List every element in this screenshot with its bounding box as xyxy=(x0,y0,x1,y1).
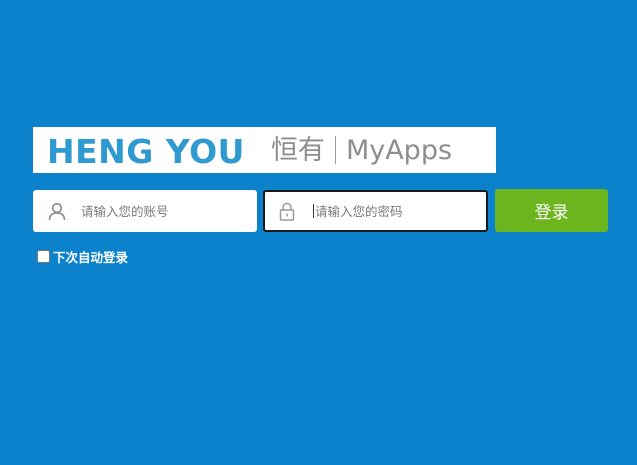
logo-banner: HENG YOU 恒有 MyApps xyxy=(33,127,496,173)
password-field[interactable] xyxy=(263,190,488,232)
brand-divider xyxy=(334,136,336,164)
username-input[interactable] xyxy=(81,203,231,219)
lock-icon xyxy=(277,201,297,221)
username-field[interactable] xyxy=(33,190,257,232)
user-icon xyxy=(47,201,67,221)
app-name: MyApps xyxy=(345,134,453,166)
remember-checkbox[interactable] xyxy=(37,250,50,263)
text-cursor xyxy=(313,204,314,218)
remember-me: 下次自动登录 xyxy=(37,247,128,266)
brand-name-english: HENG YOU xyxy=(47,131,245,171)
remember-label[interactable]: 下次自动登录 xyxy=(53,247,128,266)
password-input[interactable] xyxy=(315,203,465,219)
brand-name-chinese: 恒有 xyxy=(270,134,325,166)
login-button[interactable]: 登录 xyxy=(495,189,608,232)
